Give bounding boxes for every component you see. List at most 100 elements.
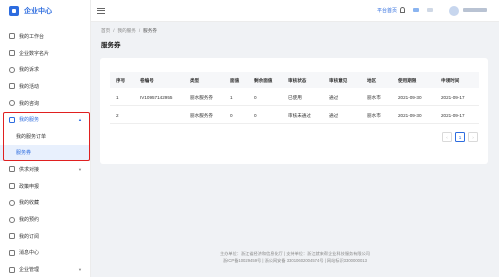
document-icon [9,183,15,190]
nav-item-label: 企业管理 [19,267,40,274]
footer-sponsor: 主办单位：浙江省经济和信息化厅 | 支持单位：浙江就来帮企业科技服务有限公司 [220,251,370,256]
sidebar-nav: 我的工作台 企业数字名片 我的诉求 我的活动 我的咨询 我的服务 ▲ 我的服务订… [0,28,90,277]
column-header: 序号 [116,77,126,83]
nav-item-label: 我的订阅 [19,233,40,240]
nav-item-my-services[interactable]: 我的服务 ▲ [0,111,90,128]
page-title: 服务券 [101,42,121,49]
column-header: 使用期限 [398,77,417,83]
table-cell: 丽水服务券 [190,112,213,118]
column-header: 剩余面值 [254,77,273,83]
nav-item-label: 我的收藏 [19,200,40,207]
breadcrumb-home[interactable]: 首页 [101,28,110,34]
building-icon [9,266,15,273]
menu-toggle-icon[interactable] [97,7,105,15]
id-card-icon [9,50,15,57]
breadcrumb: 首页 / 我的服务 / 服务券 [101,28,157,34]
table-cell: 0 [254,112,257,118]
nav-subitem-label: 我的服务订单 [16,133,47,140]
table-cell: 0 [230,112,233,118]
table-cell: 丽水市 [367,112,381,118]
nav-item-demands[interactable]: 我的诉求 [0,61,90,78]
column-header: 审核状态 [288,77,307,83]
nav-item-favorites[interactable]: 我的收藏 [0,195,90,212]
table-row[interactable]: 2 丽水服务券 0 0 审核未通过 通过 丽水市 2021-09-30 2021… [110,106,479,124]
footer-icp[interactable]: 浙ICP备10029459号 | 浙公网安备 33010602004574号 |… [91,257,499,264]
brand[interactable]: 企业中心 [0,0,90,22]
nav-item-label: 我的诉求 [19,67,40,74]
nav-item-workbench[interactable]: 我的工作台 [0,28,90,45]
prev-page-button[interactable]: ‹ [442,132,452,142]
logo-icon [9,6,19,16]
link-icon [9,166,15,173]
chevron-down-icon: ▼ [78,167,82,173]
table-cell: 2021-09-17 [441,112,465,118]
next-page-button[interactable]: › [468,132,478,142]
service-icon [9,116,15,123]
nav-item-label: 我的预约 [19,217,40,224]
column-header: 面值 [230,77,240,83]
breadcrumb-separator: / [113,28,115,33]
user-name-placeholder[interactable] [463,8,487,12]
bell-icon[interactable] [400,7,405,13]
chat-icon [9,100,15,107]
nav-subitem-vouchers[interactable]: 服务券 [0,144,90,162]
nav-item-policy[interactable]: 政策申报 [0,178,90,195]
table-cell: 审核未通过 [288,112,311,118]
column-header: 类型 [190,77,200,83]
avatar[interactable] [449,6,459,16]
nav-item-activities[interactable]: 我的活动 [0,78,90,95]
nav-item-label: 消息中心 [19,250,40,257]
nav-item-appointments[interactable]: 我的预约 [0,211,90,228]
nav-subitem-service-orders[interactable]: 我的服务订单 [0,128,90,145]
app-icon[interactable] [413,8,419,12]
platform-home-link[interactable]: 平台首页 [377,7,397,14]
top-header: 平台首页 [91,0,499,22]
table-cell: IV10957142955 [140,94,173,100]
nav-item-label: 我的服务 [19,117,40,124]
nav-subitem-label: 服务券 [16,150,32,157]
column-header: 申领时间 [441,77,460,83]
table-cell: 2021-09-30 [398,112,422,118]
column-header: 卷编号 [140,77,154,83]
table-cell: 已使用 [288,94,302,100]
column-header: 地区 [367,77,377,83]
nav-item-consulting[interactable]: 我的咨询 [0,95,90,112]
nav-item-label: 我的工作台 [19,33,45,40]
table-cell: 2 [116,112,119,118]
table-cell: 1 [116,94,119,100]
nav-item-supply-demand[interactable]: 供求对接 ▼ [0,161,90,178]
table-cell: 0 [254,94,257,100]
table-cell: 丽水市 [367,94,381,100]
nav-item-label: 我的活动 [19,83,40,90]
chevron-up-icon: ▲ [78,117,82,123]
breadcrumb-my-services[interactable]: 我的服务 [117,28,135,34]
footer: 主办单位：浙江省经济和信息化厅 | 支持单位：浙江就来帮企业科技服务有限公司 浙… [91,250,499,264]
nav-item-enterprise[interactable]: 企业管理 ▼ [0,261,90,277]
nav-item-subscriptions[interactable]: 我的订阅 [0,228,90,245]
nav-item-label: 政策申报 [19,183,40,190]
table-cell: 通过 [329,94,339,100]
clock-icon [9,216,15,223]
breadcrumb-separator: / [138,28,141,33]
mail-icon [9,249,15,256]
calendar-icon [9,83,15,90]
message-icon [9,66,15,73]
chevron-down-icon: ▼ [78,267,82,273]
workbench-icon [9,33,15,40]
page-button[interactable]: 1 [455,132,465,142]
grid-icon[interactable] [427,8,433,12]
nav-item-messages[interactable]: 消息中心 [0,245,90,262]
table-cell: 1 [230,94,233,100]
table-cell: 2021-09-30 [398,94,422,100]
nav-item-label: 我的咨询 [19,100,40,107]
table-cell: 2021-09-17 [441,94,465,100]
table-row[interactable]: 1 IV10957142955 丽水服务券 1 0 已使用 通过 丽水市 202… [110,88,479,106]
table-cell: 丽水服务券 [190,94,213,100]
rss-icon [9,233,15,240]
voucher-table-card: 序号 卷编号 类型 面值 剩余面值 审核状态 审核意见 地区 使用期限 申领时间… [100,58,488,164]
breadcrumb-current: 服务券 [143,28,157,33]
sidebar: 企业中心 我的工作台 企业数字名片 我的诉求 我的活动 我的咨询 我的服务 ▲ [0,0,91,277]
pagination: ‹ 1 › [442,132,478,142]
nav-item-label: 供求对接 [19,166,40,173]
nav-item-digital-card[interactable]: 企业数字名片 [0,45,90,62]
